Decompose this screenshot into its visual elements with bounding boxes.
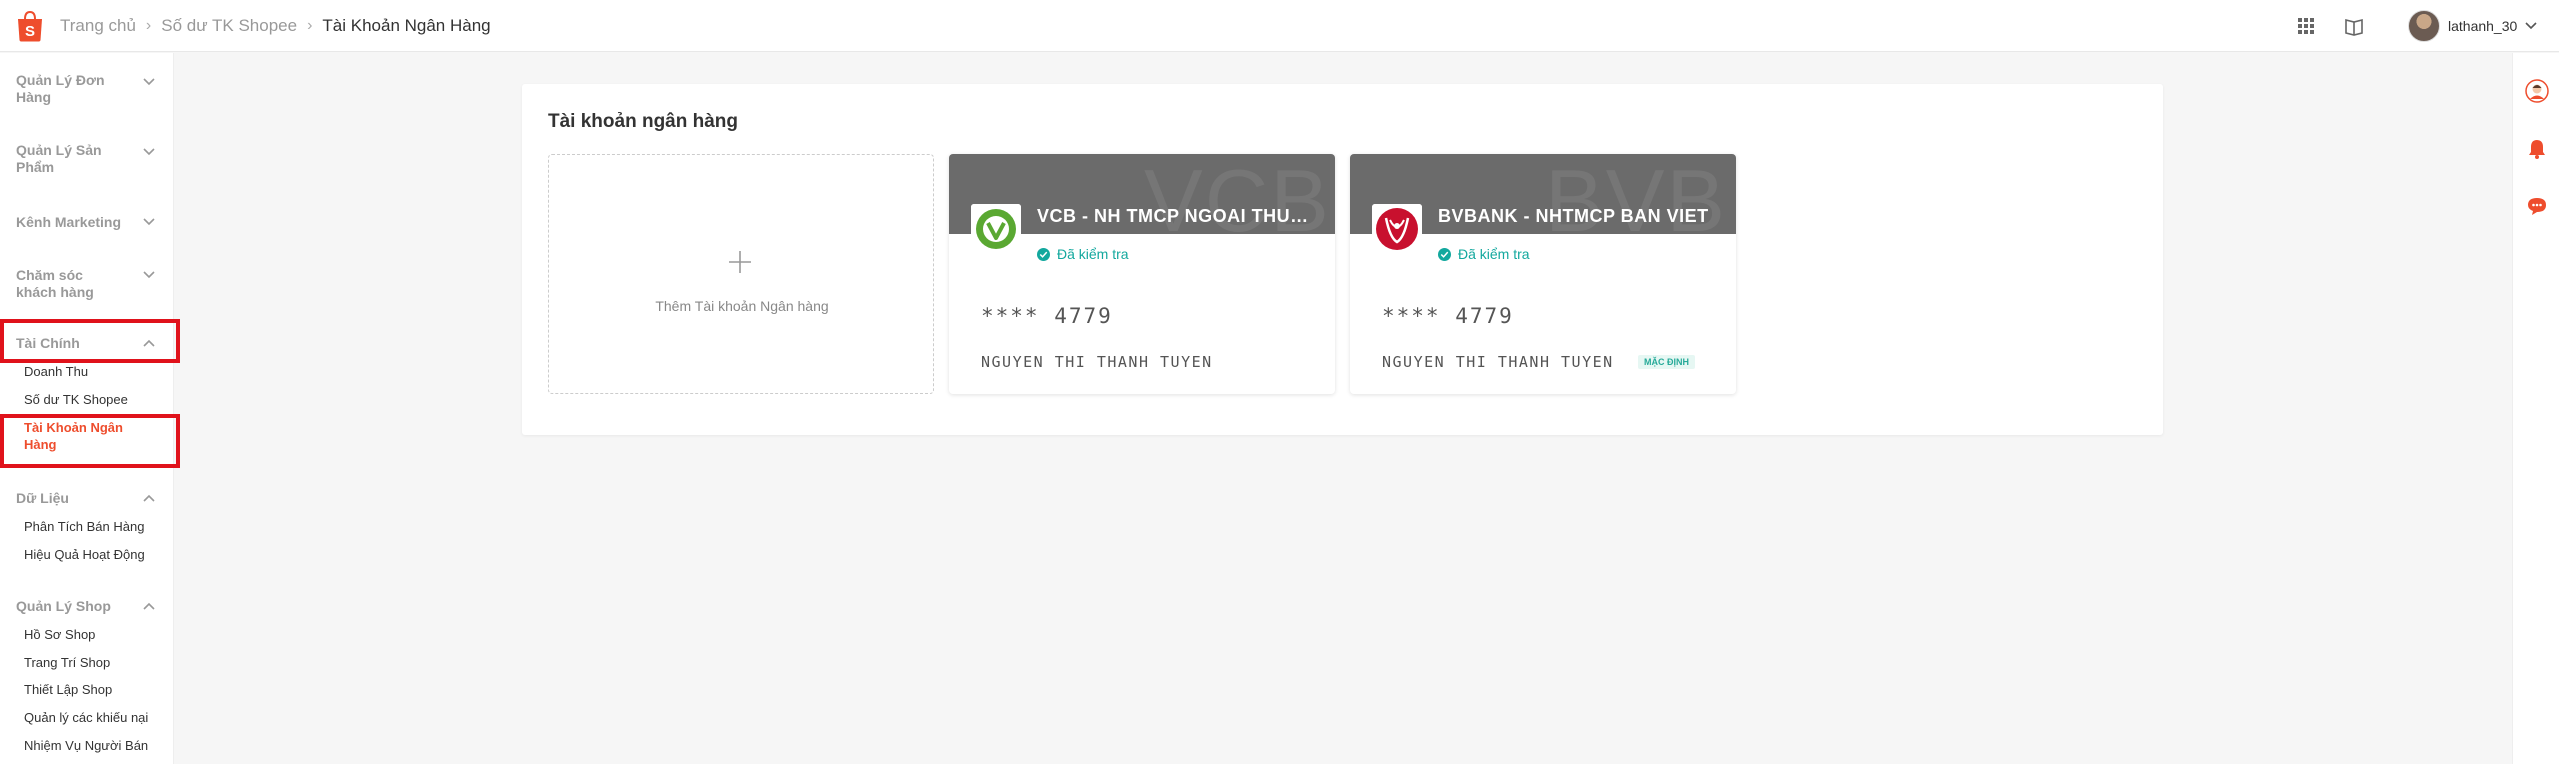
bank-name: VCB - NH TMCP NGOAI THUONG VIET NAM bbox=[1037, 206, 1317, 226]
sidebar-item-shop-decoration[interactable]: Trang Trí Shop bbox=[24, 654, 154, 671]
bank-card-vcb[interactable]: VCB VCB - NH TMCP NGOAI THUONG VIET NAM … bbox=[949, 154, 1335, 394]
sidebar-item-shop-profile[interactable]: Hồ Sơ Shop bbox=[24, 626, 154, 643]
vcb-logo-icon bbox=[971, 204, 1021, 254]
verified-label: Đã kiểm tra bbox=[1458, 246, 1530, 262]
bank-name: BVBANK - NHTMCP BAN VIET bbox=[1438, 206, 1709, 226]
sidebar-item-sales-analytics[interactable]: Phân Tích Bán Hàng bbox=[24, 518, 154, 535]
sidebar-section-shop[interactable]: Quản Lý Shop bbox=[16, 598, 126, 615]
page-title: Tài khoản ngân hàng bbox=[548, 111, 739, 132]
verified-status: Đã kiểm tra bbox=[1037, 246, 1129, 262]
breadcrumb: Trang chủ › Số dư TK Shopee › Tài Khoản … bbox=[60, 0, 491, 52]
top-bar: S Trang chủ › Số dư TK Shopee › Tài Khoả… bbox=[0, 0, 2559, 52]
assistant-avatar-icon[interactable] bbox=[2525, 79, 2549, 103]
default-badge: MẶC ĐỊNH bbox=[1638, 355, 1695, 369]
account-number: **** 4779 bbox=[1382, 304, 1514, 328]
shopee-logo-icon[interactable]: S bbox=[15, 10, 45, 42]
chat-icon[interactable] bbox=[2525, 194, 2549, 218]
sidebar-item-bank-account[interactable]: Tài Khoản Ngân Hàng bbox=[24, 419, 134, 453]
avatar bbox=[2408, 10, 2440, 42]
chevron-down-icon[interactable] bbox=[142, 217, 156, 227]
svg-text:S: S bbox=[25, 23, 35, 40]
chevron-right-icon: › bbox=[145, 17, 152, 34]
sidebar-section-marketing[interactable]: Kênh Marketing bbox=[16, 214, 126, 231]
chevron-up-icon[interactable] bbox=[142, 493, 156, 503]
sidebar-item-complaints[interactable]: Quản lý các khiếu nại bbox=[24, 709, 154, 726]
chevron-right-icon: › bbox=[307, 17, 313, 34]
sidebar-item-seller-missions[interactable]: Nhiệm Vụ Người Bán bbox=[24, 737, 154, 754]
apps-grid-icon[interactable] bbox=[2295, 15, 2317, 37]
check-circle-icon bbox=[1438, 247, 1451, 261]
sidebar-item-shopee-balance[interactable]: Số dư TK Shopee bbox=[24, 391, 154, 408]
bell-icon[interactable] bbox=[2525, 137, 2549, 161]
sidebar-item-revenue[interactable]: Doanh Thu bbox=[24, 363, 154, 380]
sidebar: Quản Lý Đơn Hàng Quản Lý Sản Phẩm Kênh M… bbox=[0, 53, 180, 764]
add-bank-account-label: Thêm Tài khoản Ngân hàng bbox=[655, 298, 829, 314]
username: lathanh_30 bbox=[2448, 18, 2518, 34]
bank-card-bvbank[interactable]: BVB BVBANK - NHTMCP BAN VIET Đã kiểm tra… bbox=[1350, 154, 1736, 394]
bank-accounts-card: Tài khoản ngân hàng Thêm Tài khoản Ngân … bbox=[522, 84, 2163, 435]
breadcrumb-balance[interactable]: Số dư TK Shopee bbox=[161, 16, 297, 36]
account-holder: NGUYEN THI THANH TUYEN bbox=[1382, 353, 1614, 371]
account-holder: NGUYEN THI THANH TUYEN bbox=[981, 353, 1213, 371]
chevron-up-icon[interactable] bbox=[142, 338, 156, 348]
account-number: **** 4779 bbox=[981, 304, 1113, 328]
add-bank-account-button[interactable]: Thêm Tài khoản Ngân hàng bbox=[548, 154, 934, 394]
verified-label: Đã kiểm tra bbox=[1057, 246, 1129, 262]
user-menu[interactable]: lathanh_30 bbox=[2408, 8, 2537, 44]
breadcrumb-home[interactable]: Trang chủ bbox=[60, 16, 136, 36]
sidebar-section-finance[interactable]: Tài Chính bbox=[16, 335, 126, 352]
chevron-down-icon bbox=[2525, 22, 2537, 30]
right-rail bbox=[2512, 53, 2559, 764]
sidebar-section-customer-care[interactable]: Chăm sóc khách hàng bbox=[16, 267, 126, 301]
sidebar-item-shop-settings[interactable]: Thiết Lập Shop bbox=[24, 681, 154, 698]
sidebar-section-data[interactable]: Dữ Liệu bbox=[16, 490, 126, 507]
check-circle-icon bbox=[1037, 247, 1050, 261]
chevron-up-icon[interactable] bbox=[142, 601, 156, 611]
book-icon[interactable] bbox=[2343, 15, 2365, 37]
sidebar-section-orders[interactable]: Quản Lý Đơn Hàng bbox=[16, 72, 126, 106]
breadcrumb-current: Tài Khoản Ngân Hàng bbox=[322, 16, 491, 35]
sidebar-item-performance[interactable]: Hiệu Quả Hoạt Động bbox=[24, 546, 154, 563]
chevron-down-icon[interactable] bbox=[142, 270, 156, 280]
sidebar-section-products[interactable]: Quản Lý Sản Phẩm bbox=[16, 142, 126, 176]
plus-icon bbox=[729, 251, 751, 273]
bvbank-logo-icon bbox=[1372, 204, 1422, 254]
chevron-down-icon[interactable] bbox=[142, 77, 156, 87]
chevron-down-icon[interactable] bbox=[142, 147, 156, 157]
verified-status: Đã kiểm tra bbox=[1438, 246, 1530, 262]
